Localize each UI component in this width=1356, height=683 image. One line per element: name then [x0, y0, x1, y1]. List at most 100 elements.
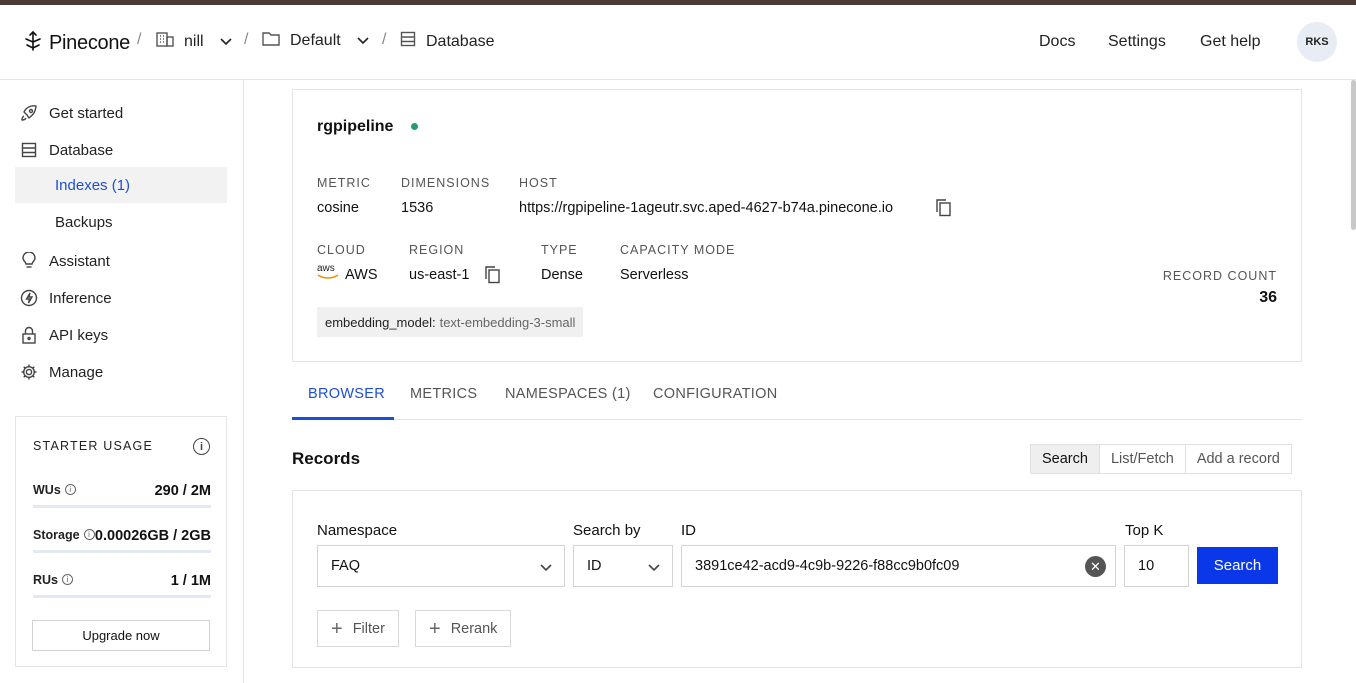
breadcrumb-section[interactable]: Database	[400, 31, 495, 52]
usage-value: 290 / 2M	[154, 483, 211, 499]
status-indicator	[411, 123, 418, 130]
tab-metrics[interactable]: METRICS	[410, 386, 477, 402]
chevron-down-icon	[540, 560, 552, 576]
usage-label: WUs	[33, 483, 61, 497]
usage-bar	[33, 505, 211, 508]
dimensions-value: 1536	[401, 200, 434, 216]
tab-namespaces[interactable]: NAMESPACES (1)	[505, 386, 631, 402]
id-label: ID	[681, 522, 696, 539]
filter-button[interactable]: + Filter	[317, 610, 399, 647]
topk-value: 10	[1138, 558, 1155, 574]
info-icon[interactable]: i	[83, 529, 95, 540]
top-header: Pinecone / nill / Default / Database Doc…	[0, 5, 1356, 80]
search-by-select[interactable]: ID	[573, 545, 673, 587]
environment-name: Default	[290, 32, 341, 49]
usage-label: RUs	[33, 573, 59, 587]
tag-value: text-embedding-3-small	[439, 314, 576, 330]
sidebar-item-assistant[interactable]: Assistant	[15, 243, 227, 279]
topk-label: Top K	[1125, 522, 1164, 539]
pinecone-logo[interactable]: Pinecone	[23, 30, 130, 57]
sidebar-item-indexes[interactable]: Indexes (1)	[15, 167, 227, 203]
region-label: REGION	[409, 243, 465, 257]
records-title: Records	[292, 449, 361, 468]
rocket-icon	[9, 104, 49, 122]
settings-link[interactable]: Settings	[1108, 33, 1166, 51]
type-value: Dense	[541, 267, 583, 283]
sidebar-item-backups[interactable]: Backups	[15, 204, 227, 240]
building-icon	[156, 31, 174, 52]
sidebar-item-manage[interactable]: Manage	[15, 354, 227, 390]
index-tabs: BROWSER METRICS NAMESPACES (1) CONFIGURA…	[292, 371, 1302, 420]
search-button[interactable]: Search	[1197, 547, 1278, 584]
sidebar-item-database[interactable]: Database	[15, 132, 227, 168]
cloud-value: AWS	[345, 267, 378, 283]
breadcrumb-environment[interactable]: Default	[262, 31, 369, 51]
mode-list-fetch[interactable]: List/Fetch	[1100, 445, 1186, 473]
plus-icon: +	[331, 617, 343, 640]
tag-key: embedding_model:	[325, 314, 436, 330]
sidebar-item-inference[interactable]: Inference	[15, 280, 227, 316]
topk-input[interactable]: 10	[1124, 545, 1189, 587]
sidebar-item-label: API keys	[49, 326, 109, 344]
usage-value: 1 / 1M	[170, 573, 211, 589]
avatar[interactable]: RKS	[1297, 22, 1337, 62]
metric-value: cosine	[317, 200, 359, 216]
database-icon	[9, 142, 49, 158]
copy-icon[interactable]	[935, 198, 952, 222]
dimensions-label: DIMENSIONS	[401, 176, 491, 190]
sidebar-item-label: Get started	[49, 104, 124, 122]
mode-search[interactable]: Search	[1031, 445, 1100, 473]
region-value: us-east-1	[409, 267, 470, 283]
get-help-link[interactable]: Get help	[1200, 33, 1260, 51]
chevron-down-icon	[219, 33, 232, 51]
breadcrumb-separator: /	[382, 31, 387, 48]
sidebar-item-label: Inference	[49, 289, 112, 307]
capacity-value: Serverless	[620, 267, 689, 283]
starter-usage-panel: STARTER USAGE i WUs i 290 / 2M Storage i 0…	[15, 416, 227, 667]
tab-browser[interactable]: BROWSER	[308, 386, 385, 402]
bolt-icon	[9, 289, 49, 307]
usage-row-wus: WUs i 290 / 2M	[33, 483, 211, 499]
cloud-label: CLOUD	[317, 243, 366, 257]
usage-row-rus: RUs i 1 / 1M	[33, 573, 211, 589]
lightbulb-icon	[9, 252, 49, 270]
tab-configuration[interactable]: CONFIGURATION	[653, 386, 777, 402]
sidebar-item-label: Database	[49, 141, 114, 159]
info-icon[interactable]: i	[64, 484, 76, 495]
host-value: https://rgpipeline-1ageutr.svc.aped-4627…	[519, 200, 894, 216]
breadcrumb-project[interactable]: nill	[156, 31, 232, 52]
info-icon[interactable]: i	[62, 574, 74, 585]
id-value: 3891ce42-acd9-4c9b-9226-f88cc9b0fc09	[695, 558, 960, 574]
filter-label: Filter	[352, 620, 385, 637]
gear-icon	[9, 363, 49, 381]
sidebar-item-get-started[interactable]: Get started	[15, 95, 227, 131]
usage-label: Storage	[33, 528, 80, 542]
breadcrumb-separator: /	[244, 31, 249, 48]
namespace-select[interactable]: FAQ	[317, 545, 565, 587]
docs-link[interactable]: Docs	[1039, 33, 1075, 51]
copy-icon[interactable]	[484, 265, 501, 289]
upgrade-now-button[interactable]: Upgrade now	[32, 620, 210, 651]
main-content: rgpipeline METRIC cosine DIMENSIONS 1536…	[244, 80, 1356, 683]
rerank-label: Rerank	[450, 620, 498, 637]
usage-row-storage: Storage i 0.00026GB / 2GB	[33, 528, 211, 544]
type-label: TYPE	[541, 243, 578, 257]
metadata-tag: embedding_model: text-embedding-3-small	[317, 307, 584, 337]
active-tab-indicator	[292, 417, 394, 420]
scrollbar[interactable]	[1351, 80, 1356, 230]
plus-icon: +	[429, 617, 441, 640]
record-count-value: 36	[1259, 289, 1277, 306]
lock-icon	[9, 326, 49, 344]
project-name: nill	[184, 32, 204, 50]
breadcrumb-separator: /	[137, 31, 142, 48]
mode-add-record[interactable]: Add a record	[1186, 445, 1291, 473]
clear-icon[interactable]: ✕	[1085, 556, 1106, 577]
usage-bar	[33, 550, 211, 553]
index-name: rgpipeline	[317, 118, 394, 135]
sidebar-item-api-keys[interactable]: API keys	[15, 317, 227, 353]
id-input[interactable]: 3891ce42-acd9-4c9b-9226-f88cc9b0fc09 ✕	[681, 545, 1116, 587]
rerank-button[interactable]: + Rerank	[415, 610, 512, 647]
usage-bar	[33, 595, 211, 598]
sidebar: Get started Database Indexes (1) Backups…	[0, 80, 244, 683]
info-icon[interactable]: i	[193, 438, 210, 455]
